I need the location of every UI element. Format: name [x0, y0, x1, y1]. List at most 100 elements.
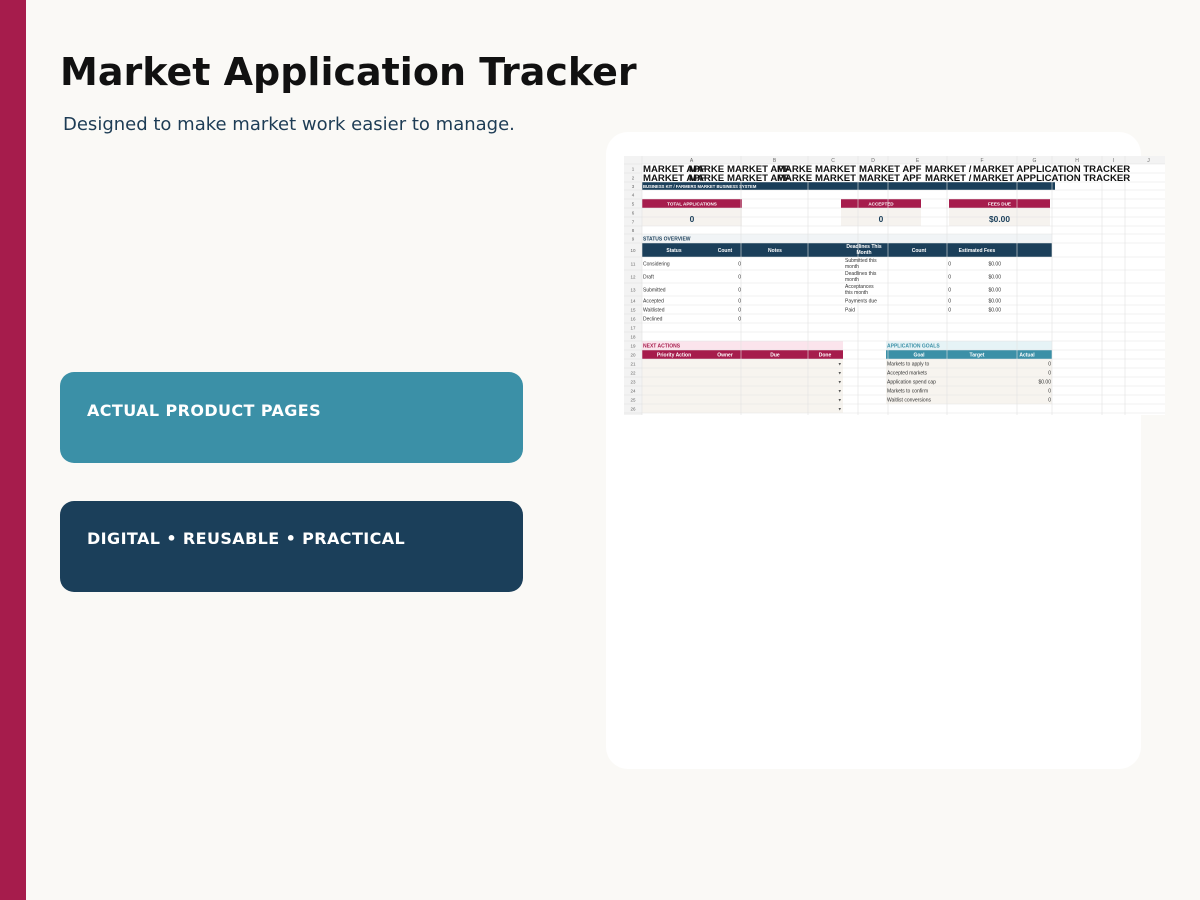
status-overview-band	[642, 234, 1052, 243]
deadline-row-count: 0	[948, 262, 951, 268]
next-actions-row-fill	[642, 395, 843, 404]
goal-row-actual: 0	[1048, 398, 1051, 404]
goals-title: APPLICATION GOALS	[887, 344, 940, 350]
next-actions-row-fill	[642, 368, 843, 377]
row-header-10: 10	[630, 248, 636, 253]
next-actions-row-fill	[642, 386, 843, 395]
kpi-value: 0	[690, 214, 695, 224]
status-row-label: Waitlisted	[643, 308, 665, 314]
row-header-19: 19	[630, 344, 636, 349]
deadline-row-count: 0	[948, 275, 951, 281]
status-header-notes: Notes	[768, 248, 782, 254]
status-row-count: 0	[738, 308, 741, 314]
row-header-25: 25	[630, 398, 636, 403]
status-row-label: Considering	[643, 262, 670, 268]
breadcrumb-text: BUSINESS KIT / FARMERS MARKET BUSINESS S…	[643, 184, 757, 189]
status-header-count: Count	[718, 248, 733, 254]
kpi-label: FEES DUE	[988, 202, 1011, 207]
row-header-18: 18	[630, 335, 636, 340]
row-header-13: 13	[630, 288, 636, 293]
spreadsheet-grid: ABCDEFGHIJKL1234567891011121314151617181…	[624, 156, 1165, 415]
goal-row-actual: 0	[1048, 389, 1051, 395]
goal-row-label: Accepted markets	[887, 371, 928, 377]
deadline-row-fees: $0.00	[988, 275, 1001, 281]
row-header-17: 17	[630, 326, 636, 331]
goal-row-actual: 0	[1048, 371, 1051, 377]
status-row-count: 0	[738, 262, 741, 268]
next-actions-header: Due	[770, 353, 780, 359]
goal-row-label: Application spend cap	[887, 380, 936, 386]
row-header-20: 20	[630, 353, 636, 358]
deadline-row-label: this month	[845, 290, 868, 296]
row-header-15: 15	[630, 308, 636, 313]
sheet-title-fragment: MARKET APF	[859, 173, 922, 184]
sheet-title-fragment: MARKE	[777, 173, 813, 184]
deadlines-header-line2: Month	[857, 250, 872, 256]
kpi-value: 0	[879, 214, 884, 224]
next-actions-header: Owner	[717, 353, 733, 359]
deadline-row-fees: $0.00	[988, 262, 1001, 268]
status-row-label: Submitted	[643, 288, 666, 294]
actual-product-pages-banner: ACTUAL PRODUCT PAGES	[60, 372, 523, 463]
status-header-status: Status	[666, 248, 682, 254]
deadline-row-fees: $0.00	[988, 299, 1001, 305]
next-actions-title: NEXT ACTIONS	[643, 344, 681, 350]
deadline-row-count: 0	[948, 299, 951, 305]
deadline-row-label: Paid	[845, 308, 855, 314]
status-row-label: Accepted	[643, 299, 664, 305]
goals-header: Target	[970, 353, 985, 359]
page-subtitle: Designed to make market work easier to m…	[63, 114, 515, 135]
sheet-title-fragment: MARKET APPLICATION TRACKER	[973, 173, 1130, 184]
goal-row-actual: 0	[1048, 362, 1051, 368]
features-banner: DIGITAL • REUSABLE • PRACTICAL	[60, 501, 523, 592]
row-header-22: 22	[630, 371, 636, 376]
spreadsheet-preview: ABCDEFGHIJKL1234567891011121314151617181…	[624, 156, 1165, 415]
next-actions-header: Priority Action	[657, 353, 691, 359]
kpi-label: ACCEPTED	[868, 202, 894, 207]
row-header-12: 12	[630, 275, 636, 280]
banner-label: DIGITAL • REUSABLE • PRACTICAL	[87, 529, 406, 548]
deadlines-header-fees: Estimated Fees	[959, 248, 996, 254]
status-row-count: 0	[738, 299, 741, 305]
deadline-row-count: 0	[948, 288, 951, 294]
row-header-16: 16	[630, 317, 636, 322]
row-header-11: 11	[631, 262, 636, 267]
status-row-count: 0	[738, 275, 741, 281]
status-overview-title: STATUS OVERVIEW	[643, 237, 691, 243]
status-row-label: Declined	[643, 317, 663, 323]
page-title: Market Application Tracker	[60, 50, 637, 94]
next-actions-header: Done	[819, 353, 832, 359]
deadline-row-fees: $0.00	[988, 288, 1001, 294]
sheet-title-fragment: MARKE	[689, 173, 725, 184]
deadline-row-label: Payments due	[845, 299, 877, 305]
sheet-title-fragment: MARKET	[815, 173, 856, 184]
status-row-count: 0	[738, 317, 741, 323]
deadline-row-label: month	[845, 264, 859, 270]
next-actions-row-fill	[642, 359, 843, 368]
banner-label: ACTUAL PRODUCT PAGES	[87, 401, 322, 420]
goal-row-actual: $0.00	[1038, 380, 1051, 386]
left-accent-bar	[0, 0, 26, 900]
kpi-value: $0.00	[989, 214, 1010, 224]
deadlines-header-count: Count	[912, 248, 927, 254]
goal-row-label: Markets to apply to	[887, 362, 929, 368]
deadline-row-label: month	[845, 277, 859, 283]
goals-header: Goal	[913, 353, 925, 359]
next-actions-row-fill	[642, 404, 843, 413]
goal-row-label: Waitlist conversions	[887, 398, 931, 404]
deadline-row-count: 0	[948, 308, 951, 314]
status-row-count: 0	[738, 288, 741, 294]
sheet-title-fragment: MARKET /	[925, 173, 972, 184]
next-actions-row-fill	[642, 377, 843, 386]
column-header-band	[624, 156, 1165, 164]
row-header-24: 24	[630, 389, 636, 394]
row-header-14: 14	[630, 299, 636, 304]
status-row-label: Draft	[643, 275, 654, 281]
deadline-row-fees: $0.00	[988, 308, 1001, 314]
goals-header: Actual	[1019, 353, 1035, 359]
kpi-label: TOTAL APPLICATIONS	[667, 202, 717, 207]
goal-row-label: Markets to confirm	[887, 389, 928, 395]
row-header-26: 26	[630, 407, 636, 412]
row-header-21: 21	[630, 362, 636, 367]
row-header-23: 23	[630, 380, 636, 385]
